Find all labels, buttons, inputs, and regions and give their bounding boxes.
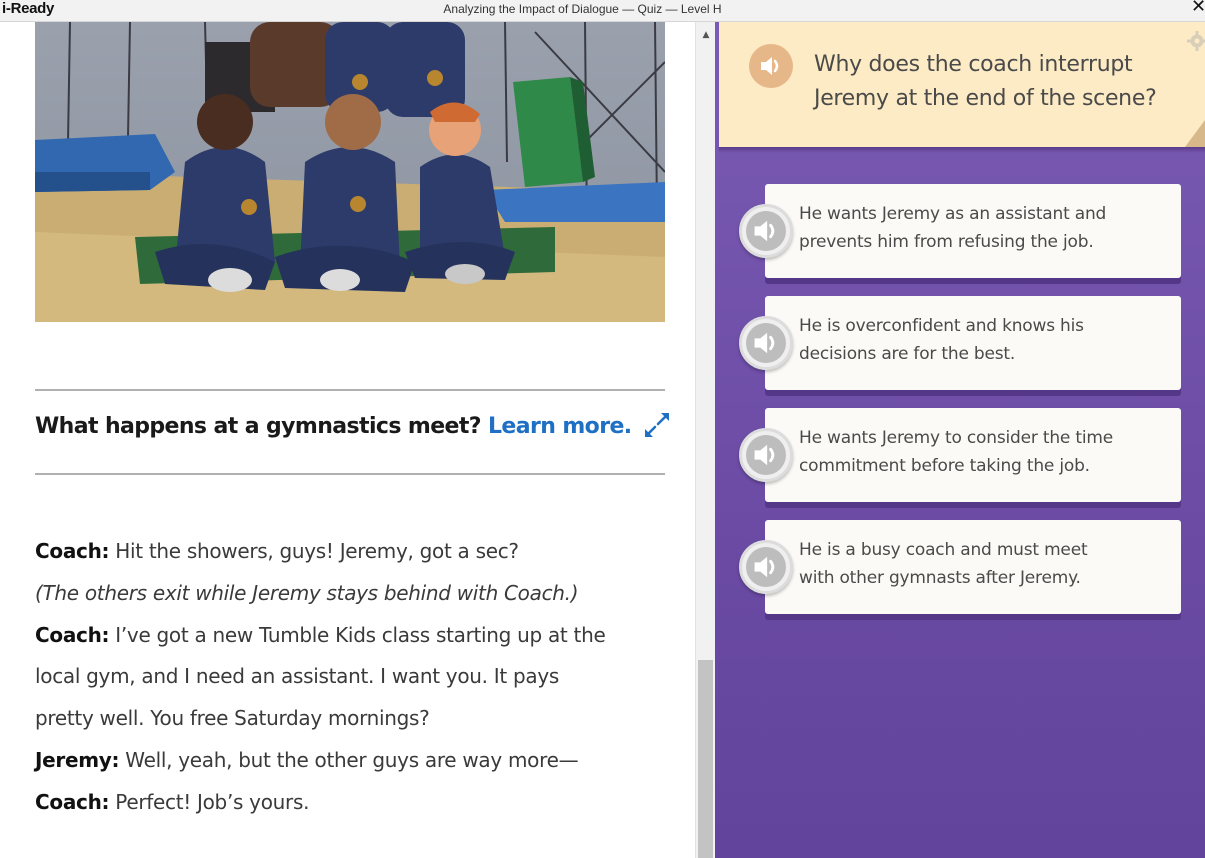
- gymnastics-team-illustration: [35, 22, 665, 322]
- page-fold: [1185, 120, 1205, 147]
- question-text: Why does the coach interrupt Jeremy at t…: [814, 52, 1157, 111]
- story-line: pretty well. You free Saturday mornings?: [35, 706, 430, 731]
- answer-1-audio-button[interactable]: [739, 204, 793, 258]
- speaker-icon: [754, 220, 775, 242]
- expand-icon[interactable]: [642, 410, 672, 440]
- answer-choice-1[interactable]: He wants Jeremy as an assistant and prev…: [765, 184, 1181, 278]
- story-line: Coach: Hit the showers, guys! Jeremy, go…: [35, 539, 519, 563]
- reading-pane: What happens at a gymnastics meet? Learn…: [0, 22, 695, 858]
- story-line: local gym, and I need an assistant. I wa…: [35, 664, 559, 689]
- sidebar-prompt: What happens at a gymnastics meet? Learn…: [35, 410, 672, 440]
- scroll-thumb[interactable]: [698, 660, 713, 858]
- reading-scrollbar[interactable]: ▲: [695, 22, 715, 858]
- answer-text: He is a busy coach and must meet with ot…: [799, 540, 1088, 588]
- question-audio-button[interactable]: [749, 44, 793, 88]
- close-icon[interactable]: ✕: [1191, 0, 1205, 17]
- window-title: Analyzing the Impact of Dialogue — Quiz …: [443, 2, 722, 16]
- answer-choice-4[interactable]: He is a busy coach and must meet with ot…: [765, 520, 1181, 614]
- speaker-icon: [761, 57, 779, 75]
- quiz-panel: Why does the coach interrupt Jeremy at t…: [715, 22, 1205, 858]
- speaker-icon: [754, 556, 775, 578]
- gear-icon[interactable]: [1187, 31, 1205, 51]
- scroll-up-arrow-icon[interactable]: ▲: [696, 26, 716, 44]
- speaker-icon: [754, 444, 775, 466]
- answer-2-audio-button[interactable]: [739, 316, 793, 370]
- stage-direction: (The others exit while Jeremy stays behi…: [35, 580, 579, 605]
- answer-3-audio-button[interactable]: [739, 428, 793, 482]
- answer-text: He wants Jeremy to consider the time com…: [799, 428, 1113, 476]
- answer-text: He is overconfident and knows his decisi…: [799, 316, 1084, 364]
- top-divider: [35, 389, 665, 391]
- story-line: Jeremy: Well, yeah, but the other guys a…: [35, 747, 579, 772]
- answer-4-audio-button[interactable]: [739, 540, 793, 594]
- sidebar-question: What happens at a gymnastics meet?: [35, 414, 482, 439]
- title-bar: i-Ready Analyzing the Impact of Dialogue…: [0, 0, 1205, 22]
- question-shadow: [719, 147, 1205, 153]
- learn-more-link[interactable]: Learn more.: [488, 414, 632, 439]
- answer-text: He wants Jeremy as an assistant and prev…: [799, 204, 1107, 252]
- answer-choice-3[interactable]: He wants Jeremy to consider the time com…: [765, 408, 1181, 502]
- speaker-icon: [754, 332, 775, 354]
- story-text: Coach: Hit the showers, guys! Jeremy, go…: [35, 530, 675, 823]
- question-card: Why does the coach interrupt Jeremy at t…: [719, 22, 1205, 147]
- bottom-divider: [35, 473, 665, 475]
- answer-choice-2[interactable]: He is overconfident and knows his decisi…: [765, 296, 1181, 390]
- story-line: Coach: I’ve got a new Tumble Kids class …: [35, 622, 606, 647]
- story-line: Coach: Perfect! Job’s yours.: [35, 789, 310, 814]
